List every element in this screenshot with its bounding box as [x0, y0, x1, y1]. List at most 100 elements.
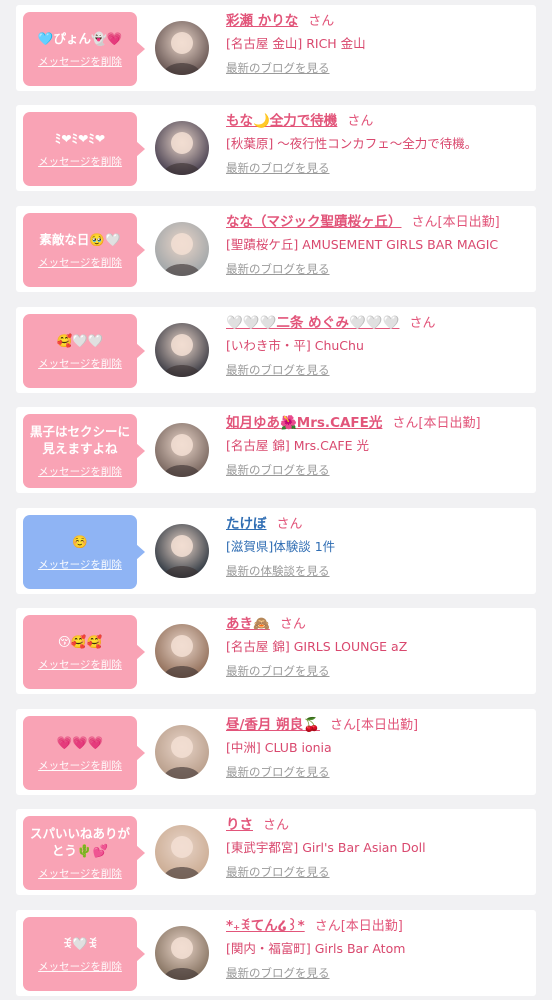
- honorific: さん: [276, 517, 303, 532]
- delete-message-link[interactable]: メッセージを削除: [38, 657, 122, 672]
- delete-message-link[interactable]: メッセージを削除: [38, 54, 122, 69]
- delete-message-link[interactable]: メッセージを削除: [38, 557, 122, 572]
- latest-post-link[interactable]: 最新の体験談を見る: [226, 563, 330, 579]
- delete-message-link[interactable]: メッセージを削除: [38, 154, 122, 169]
- attendance-badge: [本日出勤]: [418, 416, 481, 431]
- profile-info: 彩瀬 かりな さん [名古屋 金山] RICH 金山 最新のブログを見る: [226, 11, 532, 76]
- shop-location: [東武宇都宮] Girl's Bar Asian Doll: [226, 840, 426, 855]
- message-card: 😚🥰🥰 メッセージを削除 あき🙈 さん [名古屋 錦] GIRLS LOUNGE…: [16, 608, 536, 694]
- delete-message-link[interactable]: メッセージを削除: [38, 959, 122, 974]
- delete-message-link[interactable]: メッセージを削除: [38, 866, 122, 881]
- message-bubble: 🥰🤍🤍 メッセージを削除: [23, 314, 145, 388]
- latest-post-link[interactable]: 最新のブログを見る: [226, 663, 330, 679]
- latest-post-link[interactable]: 最新のブログを見る: [226, 965, 330, 981]
- shop-location: [滋賀県]体験談 1件: [226, 539, 336, 554]
- profile-name-link[interactable]: *₊ꉂてん໒꒱*: [226, 918, 305, 934]
- profile-info: 昼/香月 朔良🍒 さん[本日出勤] [中洲] CLUB ionia 最新のブログを…: [226, 715, 532, 780]
- message-card: 素敵な日🥹🤍 メッセージを削除 なな（マジック聖蹟桜ヶ丘） さん[本日出勤] […: [16, 206, 536, 292]
- shop-location: [いわき市・平] ChuChu: [226, 338, 364, 353]
- delete-message-link[interactable]: メッセージを削除: [38, 464, 122, 479]
- message-bubble: ﾐ❤ﾐ❤ﾐ❤ メッセージを削除: [23, 112, 145, 186]
- profile-name-link[interactable]: たけぼ: [226, 516, 267, 532]
- shop-location: [関内・福富町] Girls Bar Atom: [226, 941, 406, 956]
- message-text: ☺️: [72, 533, 88, 549]
- avatar[interactable]: [155, 624, 209, 678]
- attendance-badge: [本日出勤]: [437, 215, 500, 230]
- message-bubble: 😚🥰🥰 メッセージを削除: [23, 615, 145, 689]
- avatar[interactable]: [155, 222, 209, 276]
- latest-post-link[interactable]: 最新のブログを見る: [226, 864, 330, 880]
- profile-info: りさ さん [東武宇都宮] Girl's Bar Asian Doll 最新のブロ…: [226, 815, 532, 880]
- message-text: 💗💗💗: [56, 734, 104, 750]
- delete-message-link[interactable]: メッセージを削除: [38, 758, 122, 773]
- message-text: 🩵ぴょん👻💗: [37, 30, 123, 46]
- message-card: ﾐ❤ﾐ❤ﾐ❤ メッセージを削除 もな🌙全力で待機 さん [秋葉原] 〜夜行性コン…: [16, 105, 536, 191]
- honorific: さん: [409, 316, 436, 331]
- message-text: 😚🥰🥰: [57, 633, 103, 649]
- message-card: 🩵ぴょん👻💗 メッセージを削除 彩瀬 かりな さん [名古屋 金山] RICH …: [16, 5, 536, 91]
- shop-location: [中洲] CLUB ionia: [226, 740, 332, 755]
- profile-name-link[interactable]: 如月ゆあ🌺Mrs.CAFE光: [226, 415, 382, 431]
- avatar[interactable]: [155, 725, 209, 779]
- avatar[interactable]: [155, 926, 209, 980]
- message-text: 素敵な日🥹🤍: [39, 231, 121, 247]
- profile-info: あき🙈 さん [名古屋 錦] GIRLS LOUNGE aZ 最新のブログを見る: [226, 614, 532, 679]
- profile-name-link[interactable]: りさ: [226, 817, 253, 833]
- profile-info: もな🌙全力で待機 さん [秋葉原] 〜夜行性コンカフェ〜全力で待機。 最新のブログ…: [226, 111, 532, 176]
- message-card: 💗💗💗 メッセージを削除 昼/香月 朔良🍒 さん[本日出勤] [中洲] CLUB…: [16, 709, 536, 795]
- message-bubble: 素敵な日🥹🤍 メッセージを削除: [23, 213, 145, 287]
- message-bubble: スパいいねありが とう🌵💕 メッセージを削除: [23, 816, 145, 890]
- avatar[interactable]: [155, 121, 209, 175]
- honorific: さん: [279, 617, 306, 632]
- avatar[interactable]: [155, 423, 209, 477]
- shop-location: [聖蹟桜ケ丘] AMUSEMENT GIRLS BAR MAGIC: [226, 237, 499, 252]
- delete-message-link[interactable]: メッセージを削除: [38, 255, 122, 270]
- profile-name-link[interactable]: もな🌙全力で待機: [226, 113, 337, 129]
- latest-post-link[interactable]: 最新のブログを見る: [226, 764, 330, 780]
- avatar[interactable]: [155, 323, 209, 377]
- latest-post-link[interactable]: 最新のブログを見る: [226, 462, 330, 478]
- message-text: スパいいねありが とう🌵💕: [29, 826, 130, 858]
- profile-info: *₊ꉂてん໒꒱* さん[本日出勤] [関内・福富町] Girls Bar Atom…: [226, 916, 532, 981]
- latest-post-link[interactable]: 最新のブログを見る: [226, 362, 330, 378]
- profile-info: 🤍🤍🤍二条 めぐみ🤍🤍🤍 さん [いわき市・平] ChuChu 最新のブログを見る: [226, 313, 532, 378]
- delete-message-link[interactable]: メッセージを削除: [38, 356, 122, 371]
- honorific: さん: [329, 718, 356, 733]
- latest-post-link[interactable]: 最新のブログを見る: [226, 160, 330, 176]
- profile-name-link[interactable]: 彩瀬 かりな: [226, 13, 298, 29]
- avatar[interactable]: [155, 825, 209, 879]
- honorific: さん: [347, 114, 374, 129]
- avatar[interactable]: [155, 524, 209, 578]
- shop-location: [秋葉原] 〜夜行性コンカフェ〜全力で待機。: [226, 136, 478, 151]
- profile-info: 如月ゆあ🌺Mrs.CAFE光 さん[本日出勤] [名古屋 錦] Mrs.CAFE …: [226, 413, 532, 478]
- profile-name-link[interactable]: なな（マジック聖蹟桜ヶ丘）: [226, 214, 402, 230]
- honorific: さん: [263, 818, 290, 833]
- message-text: ﾐ❤ﾐ❤ﾐ❤: [54, 130, 106, 146]
- message-bubble: ☺️ メッセージを削除: [23, 515, 145, 589]
- shop-location: [名古屋 錦] GIRLS LOUNGE aZ: [226, 639, 408, 654]
- message-card: ☺️ メッセージを削除 たけぼ さん [滋賀県]体験談 1件 最新の体験談を見る: [16, 508, 536, 594]
- message-text: 黒子はセクシーに 見えますよね: [29, 424, 130, 456]
- message-bubble: 🩵ぴょん👻💗 メッセージを削除: [23, 12, 145, 86]
- message-bubble: ꉂ🤍ꉂ メッセージを削除: [23, 917, 145, 991]
- message-card: 黒子はセクシーに 見えますよね メッセージを削除 如月ゆあ🌺Mrs.CAFE光さ…: [16, 407, 536, 493]
- message-bubble: 💗💗💗 メッセージを削除: [23, 716, 145, 790]
- honorific: さん: [308, 14, 335, 29]
- honorific: さん: [411, 215, 438, 230]
- message-list: 🩵ぴょん👻💗 メッセージを削除 彩瀬 かりな さん [名古屋 金山] RICH …: [0, 0, 552, 996]
- message-text: 🥰🤍🤍: [56, 332, 104, 348]
- shop-location: [名古屋 金山] RICH 金山: [226, 36, 366, 51]
- attendance-badge: [本日出勤]: [340, 919, 403, 934]
- latest-post-link[interactable]: 最新のブログを見る: [226, 60, 330, 76]
- profile-info: なな（マジック聖蹟桜ヶ丘） さん[本日出勤] [聖蹟桜ケ丘] AMUSEMENT …: [226, 212, 532, 277]
- latest-post-link[interactable]: 最新のブログを見る: [226, 261, 330, 277]
- honorific: さん: [392, 416, 419, 431]
- profile-name-link[interactable]: 🤍🤍🤍二条 めぐみ🤍🤍🤍: [226, 315, 399, 331]
- message-card: ꉂ🤍ꉂ メッセージを削除 *₊ꉂてん໒꒱*さん[本日出勤] [関内・福富町]: [16, 910, 536, 996]
- profile-name-link[interactable]: あき🙈: [226, 616, 270, 632]
- avatar[interactable]: [155, 21, 209, 75]
- profile-name-link[interactable]: 昼/香月 朔良🍒: [226, 717, 320, 733]
- honorific: さん: [314, 919, 341, 934]
- message-bubble: 黒子はセクシーに 見えますよね メッセージを削除: [23, 414, 145, 488]
- message-card: スパいいねありが とう🌵💕 メッセージを削除 りさ さん [東武宇都宮] Gir…: [16, 809, 536, 895]
